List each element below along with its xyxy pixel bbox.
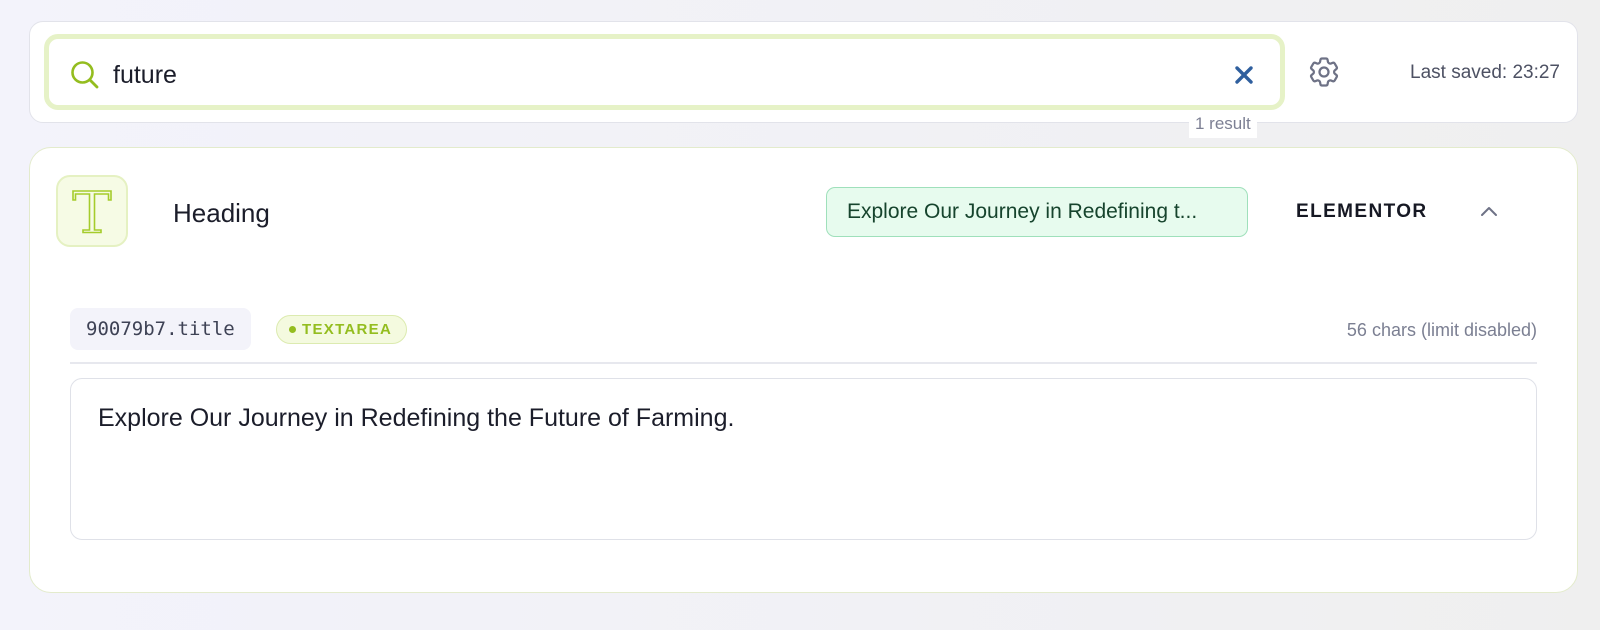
gear-icon[interactable] [1306, 54, 1342, 90]
source-label: ELEMENTOR [1296, 201, 1428, 222]
field-value-textarea[interactable]: Explore Our Journey in Redefining the Fu… [70, 378, 1537, 540]
close-icon[interactable] [1232, 63, 1256, 87]
search-icon [71, 61, 99, 89]
last-saved-status: Last saved: 23:27 [1410, 62, 1560, 83]
field-type-badge: TEXTAREA [276, 315, 408, 344]
search-box[interactable]: future [44, 34, 1285, 110]
search-input[interactable]: future [113, 58, 177, 92]
search-result-count: 1 result [1189, 110, 1257, 138]
text-type-icon [56, 175, 128, 247]
chevron-up-icon[interactable] [1477, 200, 1501, 224]
search-toolbar: future 1 result Last saved: 23:27 [29, 21, 1578, 138]
char-count: 56 chars (limit disabled) [1346, 320, 1537, 340]
match-preview-badge: Explore Our Journey in Redefining t... [826, 187, 1248, 237]
result-card: Heading Explore Our Journey in Redefinin… [29, 147, 1578, 593]
field-type-label: TEXTAREA [302, 321, 393, 338]
status-dot-icon [289, 325, 296, 333]
divider [70, 362, 1537, 364]
field-key-chip: 90079b7.title [70, 308, 251, 350]
element-type-label: Heading [173, 198, 270, 228]
